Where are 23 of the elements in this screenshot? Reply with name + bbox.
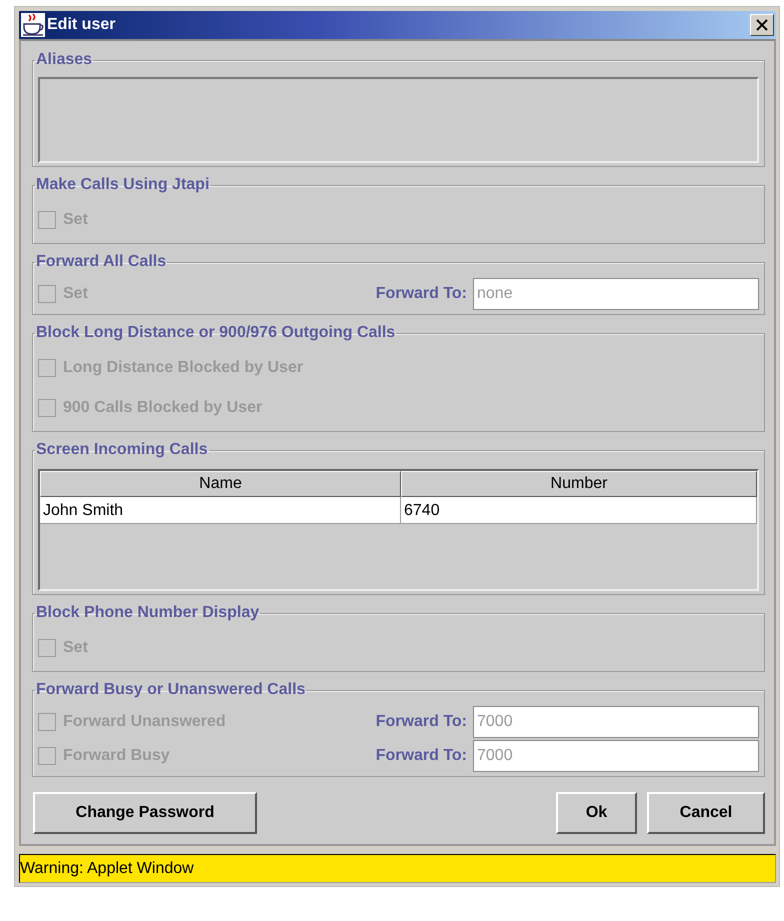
field-label: Forward To:: [376, 713, 467, 731]
table-cell: 6740: [401, 497, 757, 524]
window-title: Edit user: [47, 16, 116, 34]
cancel-button[interactable]: Cancel: [647, 792, 765, 834]
change-password-button[interactable]: Change Password: [33, 792, 257, 834]
table-cell: John Smith: [40, 497, 401, 524]
column-header[interactable]: Name: [40, 471, 401, 497]
group-title: Block Phone Number Display: [35, 604, 260, 622]
warning-bar: Warning: Applet Window: [19, 854, 776, 883]
alias-list[interactable]: [38, 77, 759, 163]
column-header[interactable]: Number: [401, 471, 757, 497]
group-title: Make Calls Using Jtapi: [35, 176, 210, 194]
group-title: Screen Incoming Calls: [35, 441, 209, 459]
field-label: Forward To:: [376, 747, 467, 765]
field-label: Forward To:: [376, 285, 467, 303]
group-title: Aliases: [35, 51, 94, 69]
close-button[interactable]: [750, 14, 774, 36]
group-title: Forward All Calls: [35, 253, 168, 271]
cup-icon: [21, 13, 45, 37]
ok-button[interactable]: Ok: [556, 792, 637, 834]
group-title: Forward Busy or Unanswered Calls: [35, 681, 306, 699]
group-title: Block Long Distance or 900/976 Outgoing Calls: [35, 324, 396, 342]
close-icon: [756, 19, 768, 31]
